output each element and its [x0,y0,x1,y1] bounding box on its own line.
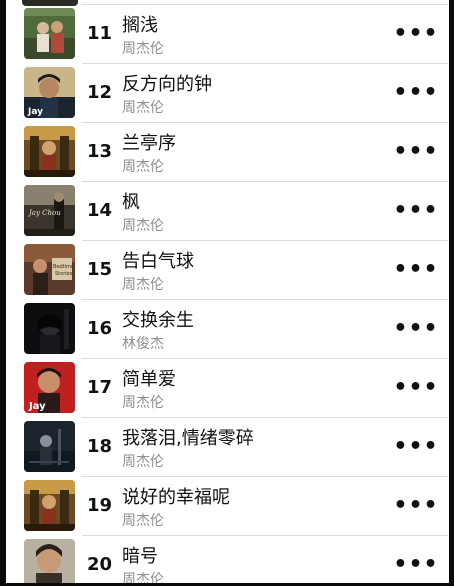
artist-name: 周杰伦 [122,513,164,529]
song-row[interactable]: 18 我落泪,情绪零碎 周杰伦 ••• [0,418,454,477]
song-title: 我落泪,情绪零碎 [122,428,254,449]
album-cover-bedtime: Bedtime Stories [24,244,75,295]
artist-name: 周杰伦 [122,395,164,411]
song-row[interactable]: Bedtime Stories 15 告白气球 周杰伦 ••• [0,241,454,300]
track-number: 13 [87,141,113,162]
song-row[interactable]: Jay 12 反方向的钟 周杰伦 ••• [0,64,454,123]
album-cover-dark [24,303,75,354]
song-row[interactable]: 20 暗号 周杰伦 ••• [0,536,454,586]
ellipsis-icon[interactable]: ••• [393,432,437,462]
ellipsis-icon[interactable]: ••• [393,19,437,49]
song-row[interactable]: 13 兰亭序 周杰伦 ••• [0,123,454,182]
svg-text:Jay Chou: Jay Chou [27,209,61,217]
album-cover-couple [24,8,75,59]
song-title: 交换余生 [122,310,194,331]
ellipsis-icon[interactable]: ••• [393,373,437,403]
track-number: 18 [87,436,113,457]
album-cover-portrait [24,539,75,586]
track-number: 11 [87,23,113,44]
track-number: 12 [87,82,113,103]
song-title: 简单爱 [122,369,176,390]
track-number: 19 [87,495,113,516]
song-row[interactable]: Jay Chou 14 枫 周杰伦 ••• [0,182,454,241]
artist-name: 周杰伦 [122,454,164,470]
artist-name: 周杰伦 [122,277,164,293]
track-number: 16 [87,318,113,339]
song-row[interactable]: 19 说好的幸福呢 周杰伦 ••• [0,477,454,536]
ellipsis-icon[interactable]: ••• [393,550,437,580]
track-number: 14 [87,200,113,221]
ellipsis-icon[interactable]: ••• [393,491,437,521]
album-cover-jay-chou: Jay Chou [24,185,75,236]
svg-text:Jay: Jay [28,401,46,412]
song-title: 反方向的钟 [122,74,212,95]
song-title: 暗号 [122,546,158,567]
song-title: 枫 [122,192,140,213]
album-cover-night [24,421,75,472]
artist-name: 周杰伦 [122,100,164,116]
ellipsis-icon[interactable]: ••• [393,78,437,108]
svg-text:Jay: Jay [27,107,43,117]
artist-name: 林俊杰 [122,336,164,352]
song-list-screen: 11 搁浅 周杰伦 ••• Jay 12 反方向的钟 周杰伦 ••• 13 兰亭… [0,0,454,586]
ellipsis-icon[interactable]: ••• [393,255,437,285]
song-title: 搁浅 [122,15,158,36]
song-title: 告白气球 [122,251,194,272]
track-number: 15 [87,259,113,280]
song-row[interactable]: 16 交换余生 林俊杰 ••• [0,300,454,359]
album-cover-jay: Jay [24,67,75,118]
svg-text:Bedtime: Bedtime [53,264,74,270]
song-row[interactable]: 11 搁浅 周杰伦 ••• [0,5,454,64]
ellipsis-icon[interactable]: ••• [393,137,437,167]
ellipsis-icon[interactable]: ••• [393,196,437,226]
artist-name: 周杰伦 [122,159,164,175]
svg-text:Stories: Stories [55,271,73,277]
song-title: 说好的幸福呢 [122,487,230,508]
album-cover-golden [24,480,75,531]
track-number: 20 [87,554,113,575]
artist-name: 周杰伦 [122,218,164,234]
ellipsis-icon[interactable]: ••• [393,314,437,344]
album-cover-red: Jay [24,362,75,413]
track-number: 17 [87,377,113,398]
album-cover-golden [24,126,75,177]
artist-name: 周杰伦 [122,41,164,57]
song-row[interactable]: Jay 17 简单爱 周杰伦 ••• [0,359,454,418]
song-title: 兰亭序 [122,133,176,154]
